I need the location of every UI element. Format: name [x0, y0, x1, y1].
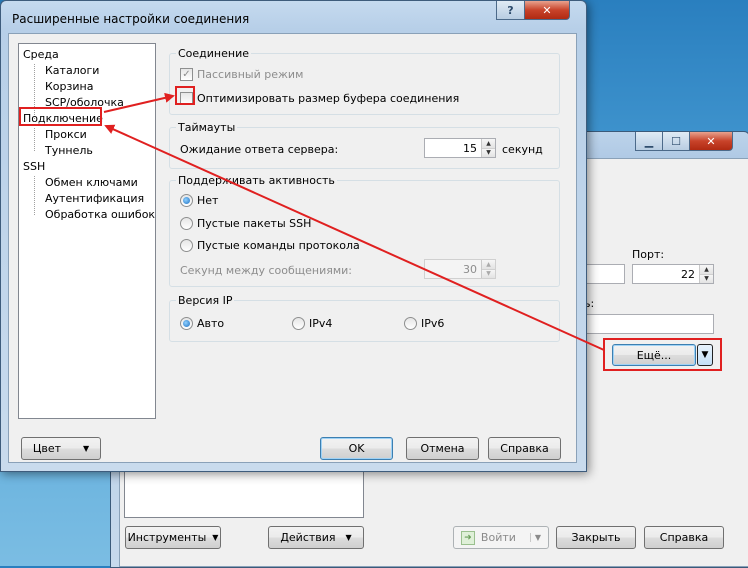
arrow-to-checkbox: [103, 92, 175, 113]
arrow-to-connection-node: [104, 124, 605, 351]
annotation-arrows: [103, 92, 605, 351]
